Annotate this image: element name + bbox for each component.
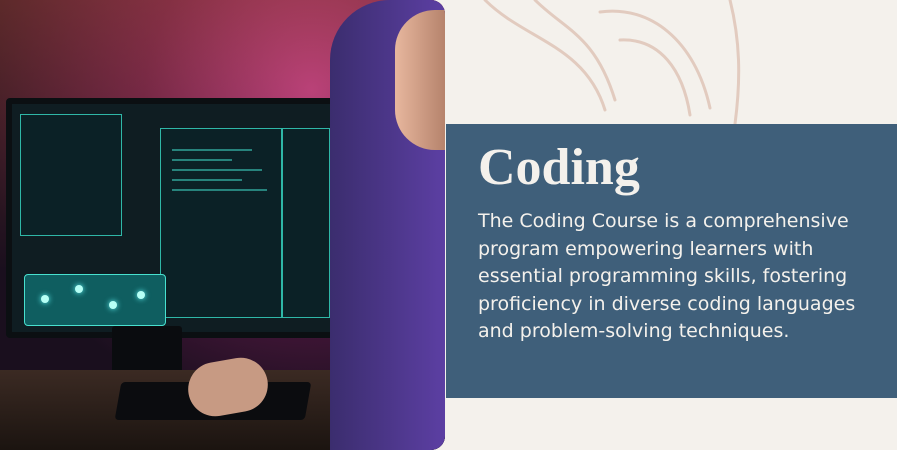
- output-panel: [282, 128, 330, 318]
- code-line: [172, 159, 232, 161]
- doodle-icon: [483, 0, 741, 125]
- code-panel: [160, 128, 282, 318]
- coding-photo: [0, 0, 445, 450]
- code-line: [172, 179, 242, 181]
- code-line: [172, 169, 262, 171]
- map-widget: [24, 274, 166, 326]
- map-node: [75, 285, 83, 293]
- code-line: [172, 149, 252, 151]
- course-title: Coding: [478, 139, 640, 196]
- person-face: [395, 10, 445, 150]
- map-node: [41, 295, 49, 303]
- main-monitor: [6, 98, 348, 338]
- monitor-sidebar: [20, 114, 122, 236]
- code-line: [172, 189, 267, 191]
- map-node: [137, 291, 145, 299]
- map-node: [109, 301, 117, 309]
- course-description: The Coding Course is a comprehensive pro…: [478, 210, 856, 343]
